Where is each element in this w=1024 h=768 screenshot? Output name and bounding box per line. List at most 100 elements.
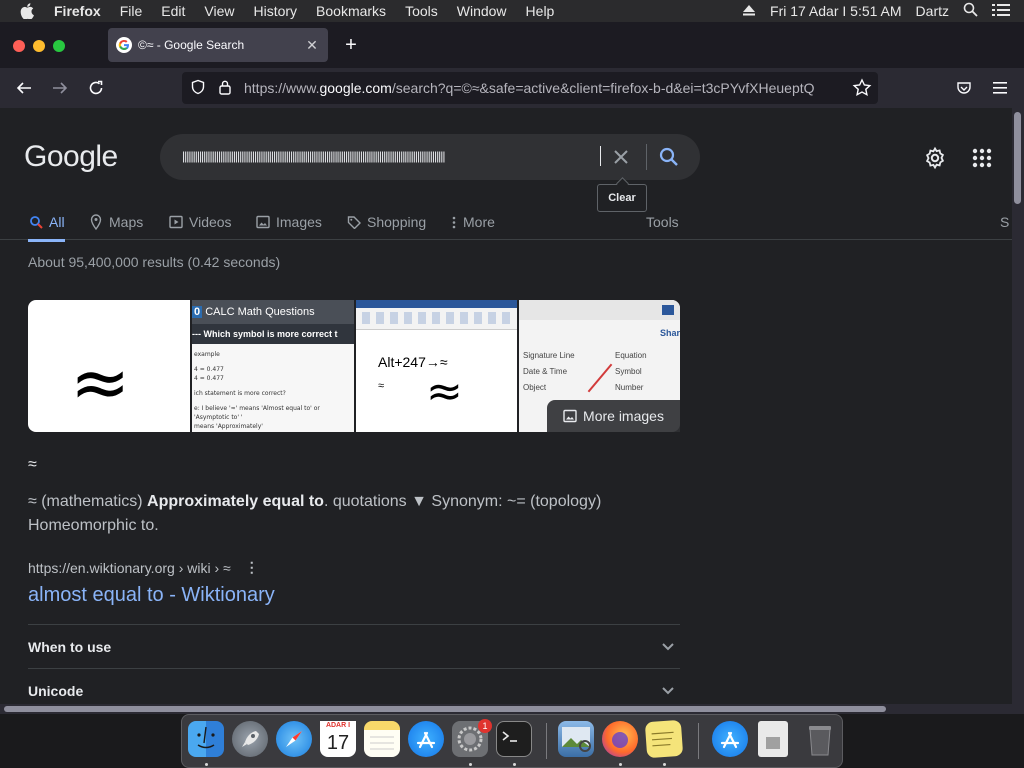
settings-gear-icon[interactable] xyxy=(923,146,947,170)
preview-photos-icon[interactable] xyxy=(558,721,594,757)
browser-tab-active[interactable]: ©≈ - Google Search ✕ xyxy=(108,28,328,62)
pocket-icon[interactable] xyxy=(952,76,976,100)
menubar-clock[interactable]: Fri 17 Adar I 5:51 AM xyxy=(770,3,902,19)
image-result-2[interactable]: 0 CALC Math Questions --- Which symbol i… xyxy=(192,300,354,432)
vertical-scrollbar-thumb[interactable] xyxy=(1014,112,1021,204)
featured-definition: ≈ (mathematics) Approximately equal to. … xyxy=(28,490,648,538)
calc-header-text: CALC Math Questions xyxy=(205,306,315,318)
result-stats: About 95,400,000 results (0.42 seconds) xyxy=(28,254,281,270)
horizontal-scrollbar[interactable] xyxy=(0,704,1024,714)
lock-icon[interactable] xyxy=(218,79,232,98)
tab-images-label: Images xyxy=(276,214,322,230)
result-cite[interactable]: https://en.wiktionary.org › wiki › ≈ ⋮ xyxy=(28,559,259,576)
menu-history[interactable]: History xyxy=(253,3,297,19)
app-menu-hamburger-icon[interactable] xyxy=(988,76,1012,100)
insert-group-left: Signature Line Date & Time Object xyxy=(523,348,575,396)
tab-shopping[interactable]: Shopping xyxy=(346,208,426,236)
finder-icon[interactable] xyxy=(188,721,224,757)
trash-icon[interactable] xyxy=(802,721,838,757)
safesearch-link-cut[interactable]: S xyxy=(1000,208,1009,236)
tab-maps[interactable]: Maps xyxy=(88,208,143,236)
back-arrow-icon[interactable] xyxy=(12,76,36,100)
accordion-unicode[interactable]: Unicode xyxy=(28,668,680,704)
spotlight-icon[interactable] xyxy=(963,2,978,20)
tab-more[interactable]: More xyxy=(450,208,495,236)
accordion-label: Unicode xyxy=(28,682,84,699)
terminal-icon[interactable] xyxy=(496,721,532,757)
calc-line: e: I believe '≈' means 'Almost equal to'… xyxy=(194,405,320,421)
calc-body: example 4 = 0.477 4 = 0.477 ich statemen… xyxy=(194,350,352,431)
app-store-icon[interactable] xyxy=(408,721,444,757)
url-bar[interactable]: https://www. google.com /search?q=©≈&saf… xyxy=(182,72,878,104)
menu-view[interactable]: View xyxy=(204,3,234,19)
firefox-icon[interactable] xyxy=(602,721,638,757)
url-path: /search?q=©≈&safe=active&client=firefox-… xyxy=(391,80,815,96)
alt-code-small-symbol: ≈ xyxy=(378,380,385,392)
forward-arrow-icon[interactable] xyxy=(48,76,72,100)
video-icon xyxy=(168,214,184,230)
running-indicator xyxy=(469,763,472,766)
result-options-icon[interactable]: ⋮ xyxy=(245,559,259,576)
app-store-folder-icon[interactable] xyxy=(712,721,748,757)
window-zoom-button[interactable] xyxy=(53,40,65,52)
calendar-icon[interactable]: ADAR I 17 xyxy=(320,721,356,757)
notes-icon[interactable] xyxy=(364,721,400,757)
horizontal-scrollbar-thumb[interactable] xyxy=(4,706,886,712)
image-result-3[interactable]: Alt+247→≈ ≈ ≈ xyxy=(356,300,517,432)
ribbon-window-icon xyxy=(662,305,674,315)
menu-edit[interactable]: Edit xyxy=(161,3,185,19)
calc-header: 0 CALC Math Questions xyxy=(192,300,354,324)
search-submit-icon[interactable] xyxy=(658,146,680,168)
documents-stack-icon[interactable] xyxy=(758,721,788,757)
window-close-button[interactable] xyxy=(13,40,25,52)
window-minimize-button[interactable] xyxy=(33,40,45,52)
stickies-icon[interactable] xyxy=(644,719,684,759)
search-box[interactable]: ||||||||||||||||||||||||||||||||||||||||… xyxy=(160,134,700,180)
result-title-link[interactable]: almost equal to - Wiktionary xyxy=(28,584,275,607)
tracking-protection-shield-icon[interactable] xyxy=(190,79,206,98)
url-prefix: https://www. xyxy=(244,80,320,96)
control-center-icon[interactable] xyxy=(992,3,1010,20)
alt-code-big-symbol: ≈ xyxy=(426,366,463,417)
calc-header-badge: 0 xyxy=(192,306,203,318)
result-cite-url[interactable]: https://en.wiktionary.org › wiki › ≈ xyxy=(28,560,231,576)
clear-search-icon[interactable] xyxy=(610,146,632,168)
tab-all[interactable]: All xyxy=(28,208,65,242)
accordion-label: When to use xyxy=(28,638,112,655)
accordion-when-to-use[interactable]: When to use xyxy=(28,624,680,668)
tools-button[interactable]: Tools xyxy=(646,208,679,236)
tab-close-icon[interactable]: ✕ xyxy=(304,37,320,53)
more-images-button[interactable]: More images xyxy=(547,400,680,432)
google-logo[interactable]: Google xyxy=(24,140,118,174)
word-titlebar xyxy=(356,300,517,308)
menu-firefox[interactable]: Firefox xyxy=(54,3,101,19)
definition-bold: Approximately equal to xyxy=(147,493,324,510)
menubar-user[interactable]: Dartz xyxy=(916,3,949,19)
tab-videos[interactable]: Videos xyxy=(168,208,232,236)
ribbon-item: Date & Time xyxy=(523,367,568,376)
apple-menu-icon[interactable] xyxy=(20,3,38,19)
google-apps-grid-icon[interactable] xyxy=(970,146,994,170)
word-ribbon xyxy=(356,308,517,330)
tab-more-label: More xyxy=(463,214,495,230)
more-vertical-icon xyxy=(450,214,458,230)
new-tab-icon[interactable]: + xyxy=(342,34,360,56)
running-indicator xyxy=(663,763,666,766)
search-input[interactable]: ||||||||||||||||||||||||||||||||||||||||… xyxy=(182,149,602,163)
image-result-1[interactable]: ≈ xyxy=(28,300,190,432)
vertical-scrollbar[interactable] xyxy=(1012,108,1024,704)
eject-icon[interactable] xyxy=(742,3,756,19)
menu-help[interactable]: Help xyxy=(526,3,555,19)
bookmark-star-icon[interactable] xyxy=(852,78,872,98)
definition-prefix: ≈ (mathematics) xyxy=(28,493,148,510)
tab-all-label: All xyxy=(49,214,65,230)
menu-file[interactable]: File xyxy=(120,3,143,19)
menu-tools[interactable]: Tools xyxy=(405,3,438,19)
reload-icon[interactable] xyxy=(84,76,108,100)
search-box-divider xyxy=(646,144,647,170)
menu-bookmarks[interactable]: Bookmarks xyxy=(316,3,386,19)
tab-images[interactable]: Images xyxy=(255,208,322,236)
safari-compass-icon[interactable] xyxy=(276,721,312,757)
menu-window[interactable]: Window xyxy=(457,3,507,19)
launchpad-rocket-icon[interactable] xyxy=(232,721,268,757)
